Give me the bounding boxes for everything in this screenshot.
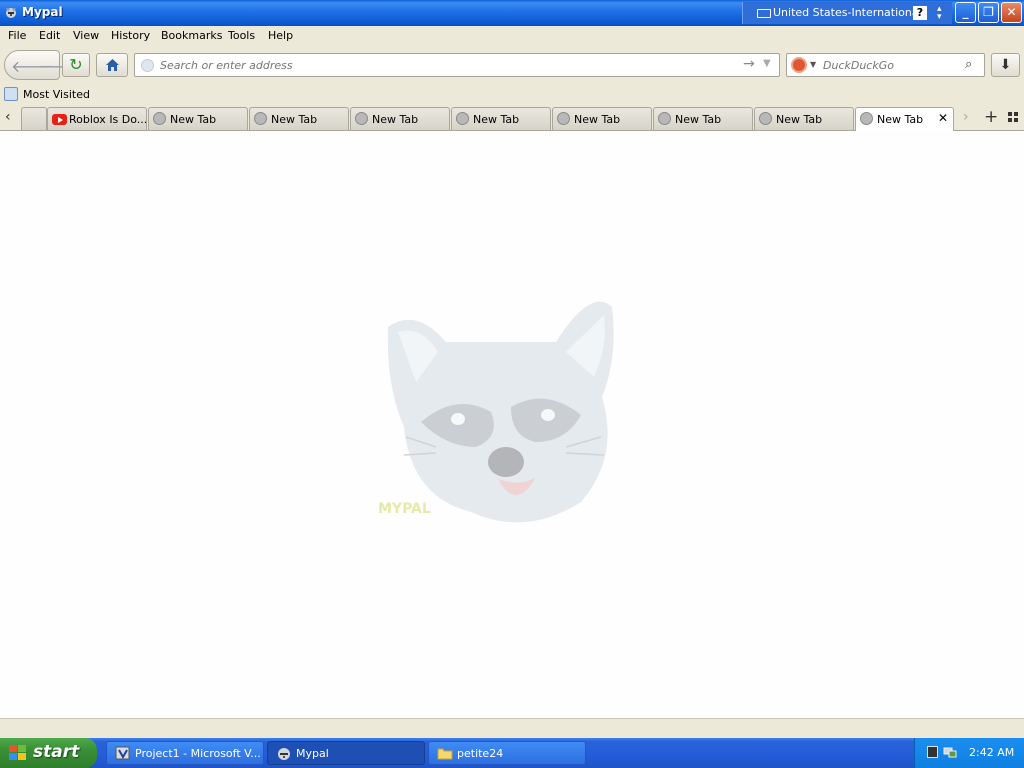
search-input[interactable] bbox=[823, 57, 963, 73]
language-options-icon[interactable]: ▴ ▾ bbox=[937, 5, 942, 22]
task-label: petite24 bbox=[457, 747, 504, 760]
window-title: Mypal bbox=[22, 5, 63, 19]
tab-label: New Tab bbox=[877, 113, 924, 126]
globe-icon bbox=[557, 112, 570, 125]
tab-label: New Tab bbox=[776, 113, 823, 126]
windows-flag-icon bbox=[9, 745, 27, 761]
keyboard-icon bbox=[757, 9, 771, 18]
tab-new-6[interactable]: New Tab bbox=[653, 107, 753, 130]
network-icon[interactable] bbox=[943, 746, 957, 758]
globe-icon bbox=[153, 112, 166, 125]
menu-bar: File Edit View History Bookmarks Tools H… bbox=[0, 26, 1024, 46]
scroll-tabs-left-icon[interactable]: ‹ bbox=[5, 109, 11, 125]
folder-icon bbox=[437, 748, 453, 760]
go-arrow-icon[interactable]: → bbox=[743, 56, 755, 72]
mypal-icon bbox=[278, 748, 290, 760]
download-arrow-icon: ⬇ bbox=[999, 57, 1012, 73]
menu-tools[interactable]: Tools bbox=[228, 29, 255, 42]
address-bar[interactable]: → ▼ bbox=[134, 53, 780, 77]
globe-icon bbox=[355, 112, 368, 125]
taskbar: start Project1 - Microsoft V... Mypal pe… bbox=[0, 738, 1024, 768]
site-identity-icon[interactable] bbox=[141, 59, 154, 72]
tab-new-3[interactable]: New Tab bbox=[350, 107, 450, 130]
start-button[interactable]: start bbox=[0, 738, 97, 768]
minimize-button[interactable]: _ bbox=[955, 2, 976, 23]
close-button[interactable]: ✕ bbox=[1001, 2, 1022, 23]
most-visited-folder[interactable]: Most Visited bbox=[23, 88, 90, 101]
language-bar[interactable]: United States-International ? ▴ ▾ bbox=[742, 2, 952, 24]
logo-text: MYPAL bbox=[378, 501, 431, 517]
title-bar: Mypal United States-International ? ▴ ▾ _… bbox=[0, 0, 1024, 26]
globe-icon bbox=[860, 112, 873, 125]
tray-app-icon[interactable] bbox=[927, 746, 938, 758]
address-input[interactable] bbox=[160, 57, 720, 73]
language-help-button[interactable]: ? bbox=[913, 6, 927, 20]
bookmarks-toolbar: Most Visited bbox=[0, 84, 1024, 106]
task-label: Project1 - Microsoft V... bbox=[135, 747, 261, 760]
taskbar-item-mypal[interactable]: Mypal bbox=[267, 741, 425, 765]
page-content: MYPAL bbox=[0, 131, 1024, 718]
tab-new-5[interactable]: New Tab bbox=[552, 107, 652, 130]
vb-icon bbox=[115, 746, 130, 760]
tab-strip: ‹ Roblox Is Do... New Tab New Tab New Ta… bbox=[0, 106, 1024, 131]
menu-history[interactable]: History bbox=[111, 29, 150, 42]
navigation-toolbar: 🡐 🡒 ↻ → ▼ ▼ ⌕ ⬇ bbox=[0, 46, 1024, 84]
status-bar bbox=[0, 718, 1024, 738]
globe-icon bbox=[658, 112, 671, 125]
youtube-icon bbox=[52, 114, 67, 125]
clock[interactable]: 2:42 AM bbox=[969, 746, 1014, 759]
tab-new-7[interactable]: New Tab bbox=[754, 107, 854, 130]
tab-label: New Tab bbox=[675, 113, 722, 126]
globe-icon bbox=[456, 112, 469, 125]
globe-icon bbox=[254, 112, 267, 125]
tab-new-1[interactable]: New Tab bbox=[148, 107, 248, 130]
tab-label: New Tab bbox=[271, 113, 318, 126]
start-label: start bbox=[33, 742, 80, 762]
reload-icon: ↻ bbox=[69, 55, 83, 74]
duckduckgo-icon[interactable] bbox=[791, 57, 807, 73]
search-bar[interactable]: ▼ ⌕ bbox=[786, 53, 985, 77]
menu-file[interactable]: File bbox=[8, 29, 26, 42]
engine-dropdown-icon[interactable]: ▼ bbox=[810, 60, 816, 69]
tab-pinned[interactable] bbox=[21, 107, 47, 130]
close-tab-icon[interactable]: ✕ bbox=[938, 111, 948, 125]
home-icon bbox=[106, 59, 119, 71]
taskbar-item-project1[interactable]: Project1 - Microsoft V... bbox=[106, 741, 264, 765]
mypal-icon bbox=[6, 8, 16, 18]
menu-view[interactable]: View bbox=[73, 29, 99, 42]
taskbar-item-petite24[interactable]: petite24 bbox=[428, 741, 586, 765]
home-button[interactable] bbox=[96, 53, 128, 77]
tab-label: New Tab bbox=[574, 113, 621, 126]
raccoon-logo bbox=[387, 301, 614, 523]
most-visited-icon bbox=[4, 87, 18, 101]
back-forward-group: 🡐 🡒 bbox=[4, 50, 82, 80]
language-label: United States-International bbox=[773, 6, 922, 19]
tab-label: New Tab bbox=[372, 113, 419, 126]
tab-new-active[interactable]: New Tab ✕ bbox=[855, 107, 954, 131]
globe-icon bbox=[759, 112, 772, 125]
menu-edit[interactable]: Edit bbox=[39, 29, 60, 42]
maximize-button[interactable]: ❐ bbox=[978, 2, 999, 23]
menu-help[interactable]: Help bbox=[268, 29, 293, 42]
search-icon[interactable]: ⌕ bbox=[965, 57, 972, 72]
tab-new-4[interactable]: New Tab bbox=[451, 107, 551, 130]
tab-label: New Tab bbox=[473, 113, 520, 126]
tab-label: Roblox Is Do... bbox=[69, 113, 147, 126]
downloads-button[interactable]: ⬇ bbox=[991, 53, 1020, 77]
reload-button[interactable]: ↻ bbox=[62, 53, 90, 77]
menu-bookmarks[interactable]: Bookmarks bbox=[161, 29, 222, 42]
tab-new-2[interactable]: New Tab bbox=[249, 107, 349, 130]
new-tab-icon[interactable]: + bbox=[984, 107, 998, 127]
system-tray: 2:42 AM bbox=[914, 738, 1024, 768]
scroll-tabs-right-icon[interactable]: › bbox=[963, 109, 969, 125]
tab-roblox[interactable]: Roblox Is Do... bbox=[47, 107, 147, 130]
task-label: Mypal bbox=[296, 747, 329, 760]
tab-label: New Tab bbox=[170, 113, 217, 126]
list-all-tabs-icon[interactable] bbox=[1008, 112, 1018, 122]
history-dropdown-icon[interactable]: ▼ bbox=[763, 58, 771, 69]
